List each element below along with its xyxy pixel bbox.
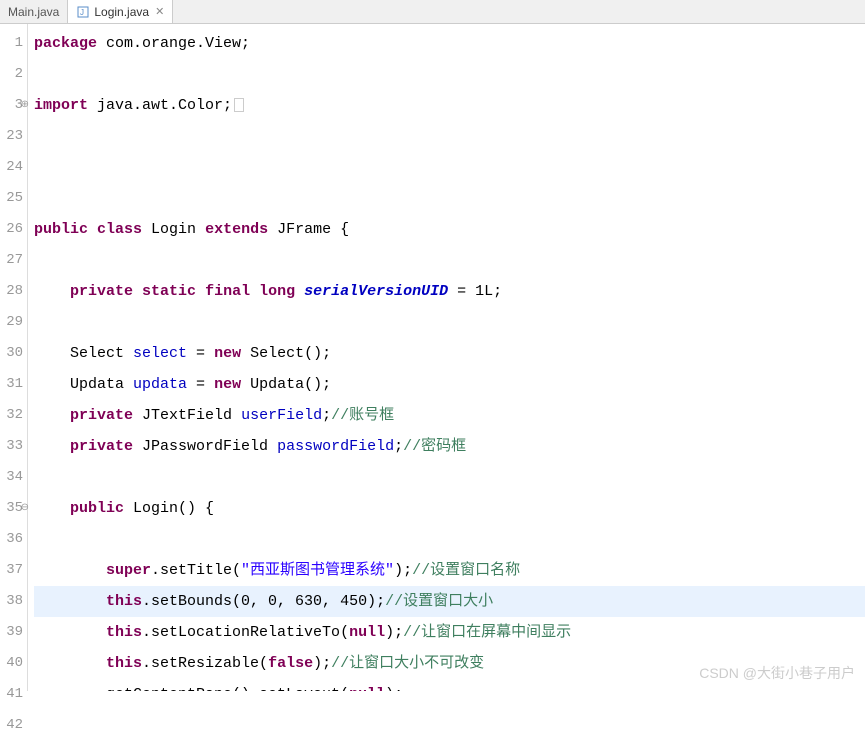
- code-line[interactable]: [34, 183, 865, 214]
- line-number: 27: [0, 245, 27, 276]
- code-line[interactable]: this.setResizable(false);//让窗口大小不可改变: [34, 648, 865, 679]
- line-number: 23: [0, 121, 27, 152]
- line-number: 34: [0, 462, 27, 493]
- line-number: 24: [0, 152, 27, 183]
- line-number-gutter: 1232324252627282930313233343536373839404…: [0, 24, 28, 691]
- line-number: 28: [0, 276, 27, 307]
- code-line[interactable]: public Login() {: [34, 493, 865, 524]
- line-number: 41: [0, 679, 27, 710]
- code-line[interactable]: package com.orange.View;: [34, 28, 865, 59]
- java-file-icon: J: [76, 5, 90, 19]
- code-line[interactable]: private static final long serialVersionU…: [34, 276, 865, 307]
- line-number: 37: [0, 555, 27, 586]
- line-number: 42: [0, 710, 27, 741]
- code-area[interactable]: package com.orange.View; import java.awt.…: [28, 24, 865, 691]
- line-number: 29: [0, 307, 27, 338]
- code-line[interactable]: Updata updata = new Updata();: [34, 369, 865, 400]
- line-number: 36: [0, 524, 27, 555]
- svg-text:J: J: [80, 8, 84, 17]
- line-number: 26: [0, 214, 27, 245]
- code-editor[interactable]: 1232324252627282930313233343536373839404…: [0, 24, 865, 691]
- code-line[interactable]: [34, 524, 865, 555]
- tab-label: Login.java: [94, 5, 149, 19]
- line-number: 31: [0, 369, 27, 400]
- code-line[interactable]: Select select = new Select();: [34, 338, 865, 369]
- line-number: 32: [0, 400, 27, 431]
- line-number: 3: [0, 90, 27, 121]
- tab-login-java[interactable]: J Login.java ✕: [68, 0, 173, 23]
- code-line[interactable]: [34, 307, 865, 338]
- editor-tab-bar: Main.java J Login.java ✕: [0, 0, 865, 24]
- code-line[interactable]: super.setTitle("西亚斯图书管理系统");//设置窗口名称: [34, 555, 865, 586]
- line-number: 38: [0, 586, 27, 617]
- code-line[interactable]: import java.awt.Color;: [34, 90, 865, 121]
- fold-indicator-icon[interactable]: [234, 98, 244, 112]
- code-line[interactable]: getContentPane().setLayout(null);: [34, 679, 865, 691]
- code-line[interactable]: [34, 121, 865, 152]
- code-line[interactable]: private JTextField userField;//账号框: [34, 400, 865, 431]
- code-line[interactable]: private JPasswordField passwordField;//密…: [34, 431, 865, 462]
- line-number: 30: [0, 338, 27, 369]
- line-number: 1: [0, 28, 27, 59]
- code-line[interactable]: this.setBounds(0, 0, 630, 450);//设置窗口大小: [34, 586, 865, 617]
- code-line[interactable]: [34, 462, 865, 493]
- line-number: 40: [0, 648, 27, 679]
- code-line[interactable]: [34, 59, 865, 90]
- line-number: 39: [0, 617, 27, 648]
- code-line[interactable]: [34, 245, 865, 276]
- code-line[interactable]: this.setLocationRelativeTo(null);//让窗口在屏…: [34, 617, 865, 648]
- line-number: 33: [0, 431, 27, 462]
- line-number: 35: [0, 493, 27, 524]
- line-number: 25: [0, 183, 27, 214]
- code-line[interactable]: [34, 152, 865, 183]
- code-line[interactable]: public class Login extends JFrame {: [34, 214, 865, 245]
- close-icon[interactable]: ✕: [155, 5, 164, 18]
- tab-main-java[interactable]: Main.java: [0, 0, 68, 23]
- tab-label: Main.java: [8, 5, 59, 19]
- line-number: 2: [0, 59, 27, 90]
